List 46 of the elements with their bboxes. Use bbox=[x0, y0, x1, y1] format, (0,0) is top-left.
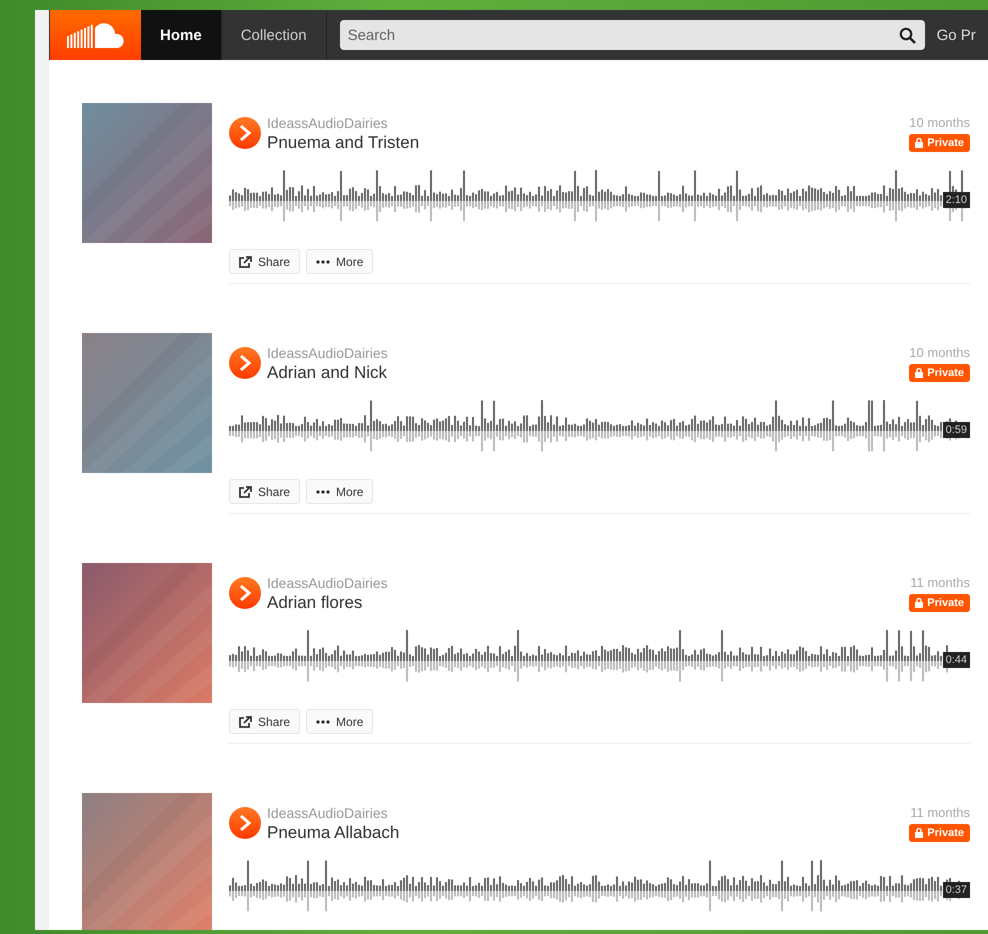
more-button[interactable]: More bbox=[306, 249, 374, 274]
share-icon bbox=[239, 256, 252, 268]
play-button[interactable] bbox=[229, 807, 261, 839]
lock-icon bbox=[915, 598, 924, 608]
share-icon bbox=[239, 486, 252, 498]
track-duration: 2:10 bbox=[942, 192, 970, 208]
go-pro-link[interactable]: Go Pr bbox=[936, 26, 976, 44]
track-title[interactable]: Adrian flores bbox=[267, 593, 910, 613]
track-title[interactable]: Pnuema and Tristen bbox=[267, 133, 910, 153]
cloud-logo-icon[interactable] bbox=[50, 10, 141, 60]
track-age: 11 months bbox=[910, 805, 970, 820]
more-icon bbox=[316, 490, 330, 494]
more-icon bbox=[316, 260, 330, 264]
play-button[interactable] bbox=[229, 117, 261, 149]
search-field[interactable]: Search bbox=[340, 20, 925, 50]
nav-tab[interactable]: Collection bbox=[222, 10, 327, 60]
track-duration: 0:59 bbox=[942, 422, 970, 438]
play-button[interactable] bbox=[229, 577, 261, 609]
share-button[interactable]: Share bbox=[229, 249, 300, 274]
track-age: 11 months bbox=[910, 575, 970, 590]
play-icon bbox=[239, 125, 251, 141]
more-button[interactable]: More bbox=[306, 709, 374, 734]
share-button[interactable]: Share bbox=[229, 479, 300, 504]
more-icon bbox=[316, 720, 330, 724]
lock-icon bbox=[915, 138, 924, 148]
track-title[interactable]: Adrian and Nick bbox=[267, 363, 910, 383]
private-badge: Private bbox=[909, 134, 970, 152]
play-button[interactable] bbox=[229, 347, 261, 379]
search-icon[interactable] bbox=[898, 27, 916, 44]
play-icon bbox=[239, 355, 251, 371]
nav-tab[interactable]: Home bbox=[141, 10, 222, 60]
lock-icon bbox=[915, 368, 924, 378]
track-age: 10 months bbox=[909, 345, 970, 360]
lock-icon bbox=[915, 828, 924, 838]
track-duration: 0:44 bbox=[942, 652, 970, 668]
more-button[interactable]: More bbox=[306, 479, 374, 504]
private-badge: Private bbox=[909, 594, 970, 612]
track-duration: 0:37 bbox=[942, 882, 970, 898]
track-age: 10 months bbox=[909, 115, 970, 130]
private-badge: Private bbox=[909, 364, 970, 382]
play-icon bbox=[239, 815, 251, 831]
share-icon bbox=[239, 716, 252, 728]
private-badge: Private bbox=[909, 824, 970, 842]
track-title[interactable]: Pneuma Allabach bbox=[267, 823, 910, 843]
play-icon bbox=[239, 585, 251, 601]
share-button[interactable]: Share bbox=[229, 709, 300, 734]
